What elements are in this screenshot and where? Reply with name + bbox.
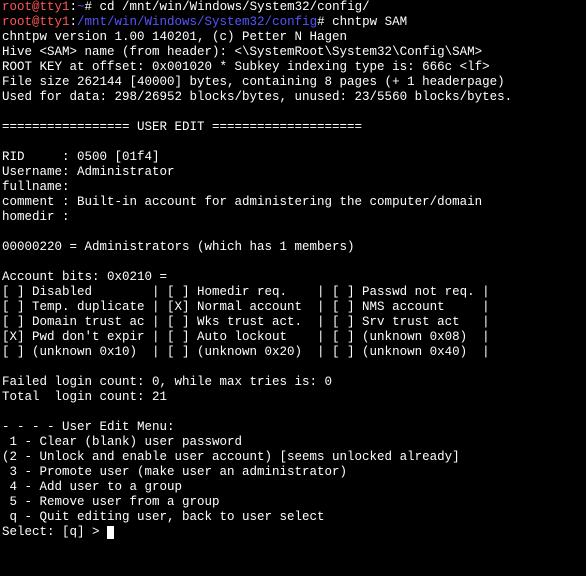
terminal-line: Total login count: 21 [2, 390, 584, 405]
terminal-text: Used for data: 298/26952 blocks/bytes, u… [2, 90, 512, 104]
prompt-text: Select: [q] > [2, 525, 107, 539]
terminal-line: [ ] Domain trust ac | [ ] Wks trust act.… [2, 315, 584, 330]
terminal-line: [ ] Disabled | [ ] Homedir req. | [ ] Pa… [2, 285, 584, 300]
terminal-text: 5 - Remove user from a group [2, 495, 220, 509]
terminal-text: q - Quit editing user, back to user sele… [2, 510, 325, 524]
terminal-text: comment : Built-in account for administe… [2, 195, 482, 209]
terminal-text: [ ] Disabled | [ ] Homedir req. | [ ] Pa… [2, 285, 490, 299]
terminal-text: (2 - Unlock and enable user account) [se… [2, 450, 460, 464]
terminal-line: File size 262144 [40000] bytes, containi… [2, 75, 584, 90]
prompt-line[interactable]: Select: [q] > [2, 525, 584, 540]
terminal-line [2, 405, 584, 420]
terminal-line: [ ] Temp. duplicate | [X] Normal account… [2, 300, 584, 315]
terminal-text: [X] Pwd don't expir | [ ] Auto lockout |… [2, 330, 490, 344]
terminal-text: - - - - User Edit Menu: [2, 420, 175, 434]
terminal-text: Username: Administrator [2, 165, 175, 179]
terminal-line: q - Quit editing user, back to user sele… [2, 510, 584, 525]
terminal-text: fullname: [2, 180, 70, 194]
terminal-line: Username: Administrator [2, 165, 584, 180]
terminal-line: [ ] (unknown 0x10) | [ ] (unknown 0x20) … [2, 345, 584, 360]
terminal-text: [ ] Temp. duplicate | [X] Normal account… [2, 300, 490, 314]
terminal-text: File size 262144 [40000] bytes, containi… [2, 75, 505, 89]
terminal-text: root@tty1 [2, 0, 70, 14]
terminal-line [2, 105, 584, 120]
cursor [107, 526, 114, 539]
terminal-text: # cd /mnt/win/Windows/System32/config/ [85, 0, 370, 14]
terminal-line: 4 - Add user to a group [2, 480, 584, 495]
terminal-text: ROOT KEY at offset: 0x001020 * Subkey in… [2, 60, 490, 74]
terminal-text: 1 - Clear (blank) user password [2, 435, 242, 449]
terminal-line: - - - - User Edit Menu: [2, 420, 584, 435]
terminal-line: 3 - Promote user (make user an administr… [2, 465, 584, 480]
terminal-line: Used for data: 298/26952 blocks/bytes, u… [2, 90, 584, 105]
terminal-line: 1 - Clear (blank) user password [2, 435, 584, 450]
terminal-line: root@tty1:/mnt/win/Windows/System32/conf… [2, 15, 584, 30]
terminal-text: Failed login count: 0, while max tries i… [2, 375, 332, 389]
terminal-text: Account bits: 0x0210 = [2, 270, 167, 284]
terminal-line: RID : 0500 [01f4] [2, 150, 584, 165]
terminal-text: Total login count: 21 [2, 390, 167, 404]
terminal-text: ~ [77, 0, 85, 14]
terminal-line [2, 135, 584, 150]
terminal-text: [ ] Domain trust ac | [ ] Wks trust act.… [2, 315, 490, 329]
terminal-text: 3 - Promote user (make user an administr… [2, 465, 347, 479]
terminal-line: Account bits: 0x0210 = [2, 270, 584, 285]
terminal-line: [X] Pwd don't expir | [ ] Auto lockout |… [2, 330, 584, 345]
terminal-line: Failed login count: 0, while max tries i… [2, 375, 584, 390]
terminal-text: RID : 0500 [01f4] [2, 150, 160, 164]
terminal-line: Hive <SAM> name (from header): <\SystemR… [2, 45, 584, 60]
terminal-text: chntpw version 1.00 140201, (c) Petter N… [2, 30, 347, 44]
terminal-line [2, 360, 584, 375]
terminal-text: 00000220 = Administrators (which has 1 m… [2, 240, 355, 254]
terminal-line: ROOT KEY at offset: 0x001020 * Subkey in… [2, 60, 584, 75]
terminal-line: chntpw version 1.00 140201, (c) Petter N… [2, 30, 584, 45]
terminal-text: /mnt/win/Windows/System32/config [77, 15, 317, 29]
terminal-line: (2 - Unlock and enable user account) [se… [2, 450, 584, 465]
terminal-text: # chntpw SAM [317, 15, 407, 29]
terminal-text: [ ] (unknown 0x10) | [ ] (unknown 0x20) … [2, 345, 490, 359]
terminal-text: root@tty1 [2, 15, 70, 29]
terminal-line: ================= USER EDIT ============… [2, 120, 584, 135]
terminal-text: 4 - Add user to a group [2, 480, 182, 494]
terminal-text: Hive <SAM> name (from header): <\SystemR… [2, 45, 482, 59]
terminal-text: : [70, 0, 78, 14]
terminal-text: homedir : [2, 210, 70, 224]
terminal-text: ================= USER EDIT ============… [2, 120, 362, 134]
terminal-output: root@tty1:~# cd /mnt/win/Windows/System3… [0, 0, 586, 540]
terminal-line: homedir : [2, 210, 584, 225]
terminal-line: comment : Built-in account for administe… [2, 195, 584, 210]
terminal-text: : [70, 15, 78, 29]
terminal-line: root@tty1:~# cd /mnt/win/Windows/System3… [2, 0, 584, 15]
terminal-line [2, 255, 584, 270]
terminal-line: 5 - Remove user from a group [2, 495, 584, 510]
terminal-line: fullname: [2, 180, 584, 195]
terminal-line [2, 225, 584, 240]
terminal-line: 00000220 = Administrators (which has 1 m… [2, 240, 584, 255]
